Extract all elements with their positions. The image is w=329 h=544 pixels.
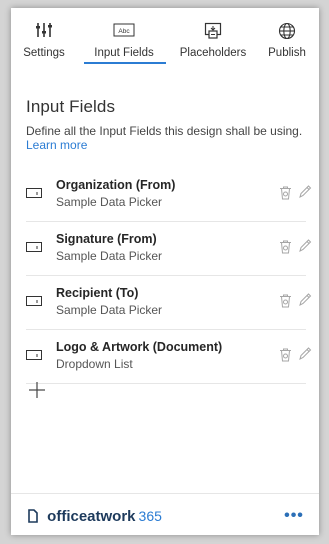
- list-item[interactable]: Organization (From) Sample Data Picker: [26, 176, 312, 222]
- field-type: Sample Data Picker: [56, 303, 163, 317]
- field-type: Sample Data Picker: [56, 195, 163, 209]
- brand-name: officeatwork: [47, 508, 136, 525]
- add-field-button[interactable]: [27, 380, 47, 400]
- edit-icon[interactable]: [298, 346, 312, 366]
- field-name: Logo & Artwork (Document): [56, 340, 223, 354]
- learn-more-link[interactable]: Learn more: [26, 138, 87, 152]
- more-options-button[interactable]: •••: [281, 507, 307, 525]
- task-pane: Settings Abc Input Fields Placeholders P…: [11, 8, 319, 535]
- globe-icon: [259, 22, 315, 42]
- input-field-icon: [26, 186, 42, 204]
- field-type: Dropdown List: [56, 357, 133, 371]
- active-tab-indicator: [84, 62, 166, 64]
- input-field-icon: [26, 348, 42, 366]
- list-item[interactable]: Signature (From) Sample Data Picker: [26, 230, 312, 276]
- tab-settings[interactable]: Settings: [11, 22, 77, 64]
- input-fields-list: Organization (From) Sample Data Picker S…: [26, 176, 312, 392]
- tab-settings-label: Settings: [23, 47, 65, 59]
- field-name: Recipient (To): [56, 286, 139, 300]
- tab-input-fields[interactable]: Abc Input Fields: [81, 22, 167, 64]
- list-item[interactable]: Logo & Artwork (Document) Dropdown List: [26, 338, 312, 384]
- description-text: Define all the Input Fields this design …: [26, 124, 303, 138]
- edit-icon[interactable]: [298, 184, 312, 204]
- delete-icon[interactable]: [279, 186, 292, 205]
- plus-icon: [29, 382, 45, 398]
- input-field-icon: [26, 240, 42, 258]
- officeatwork-logo-icon: [27, 508, 39, 528]
- tab-input-fields-label: Input Fields: [94, 47, 154, 59]
- field-name: Signature (From): [56, 232, 157, 246]
- tab-bar: Settings Abc Input Fields Placeholders P…: [11, 8, 319, 64]
- field-type: Sample Data Picker: [56, 249, 163, 263]
- input-field-icon: [26, 294, 42, 312]
- page-description: Define all the Input Fields this design …: [26, 124, 306, 152]
- delete-icon[interactable]: [279, 294, 292, 313]
- list-item[interactable]: Recipient (To) Sample Data Picker: [26, 284, 312, 330]
- brand-version: 365: [138, 508, 162, 524]
- footer-divider: [11, 493, 319, 494]
- edit-icon[interactable]: [298, 292, 312, 312]
- field-name: Organization (From): [56, 178, 176, 192]
- tab-publish-label: Publish: [268, 47, 306, 59]
- input-box-icon: Abc: [81, 22, 167, 42]
- sliders-icon: [11, 22, 77, 42]
- delete-icon[interactable]: [279, 348, 292, 367]
- input-box-icon-text: Abc: [118, 28, 130, 35]
- delete-icon[interactable]: [279, 240, 292, 259]
- page-title: Input Fields: [26, 97, 116, 116]
- tab-publish[interactable]: Publish: [259, 22, 315, 64]
- edit-icon[interactable]: [298, 238, 312, 258]
- placeholder-icon: [171, 22, 255, 42]
- brand-logo: officeatwork 365: [27, 508, 162, 528]
- tab-placeholders-label: Placeholders: [179, 47, 247, 59]
- tab-placeholders[interactable]: Placeholders: [171, 22, 255, 64]
